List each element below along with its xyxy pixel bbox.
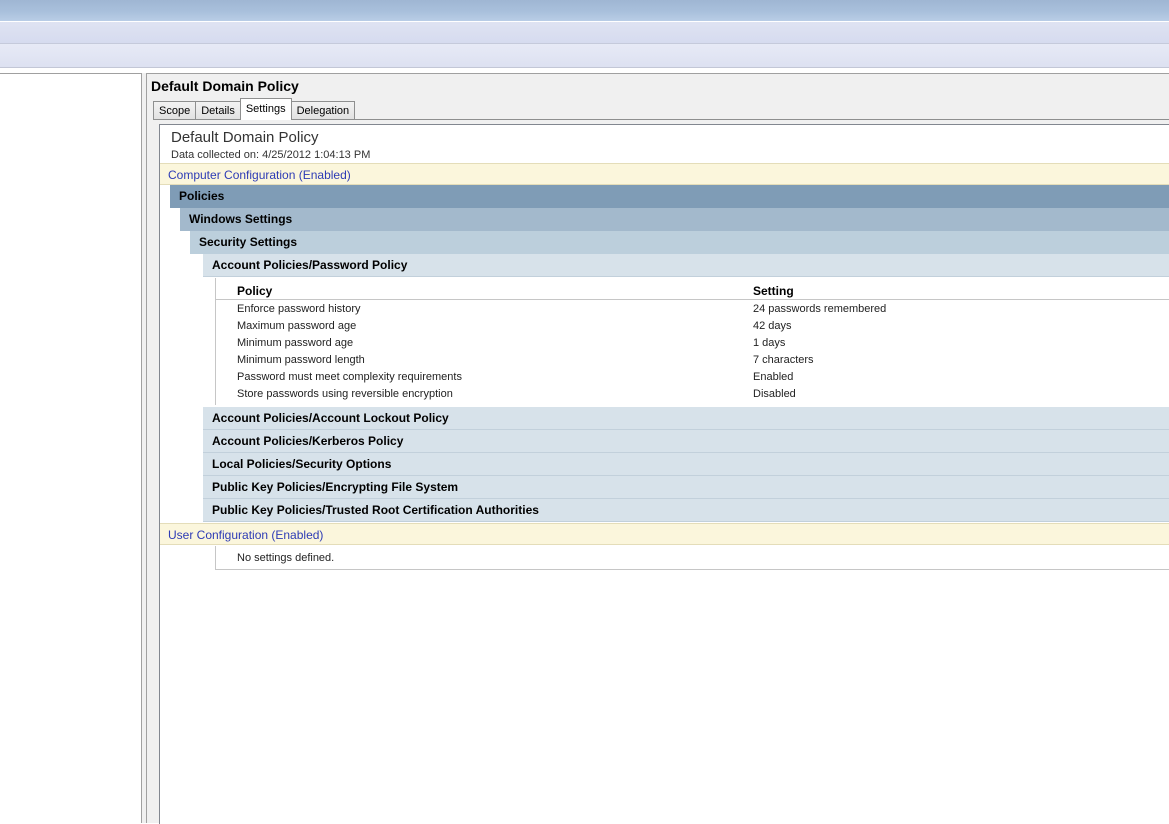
- security-settings-header[interactable]: Security Settings: [190, 231, 1169, 254]
- table-row: Store passwords using reversible encrypt…: [216, 386, 1169, 403]
- menu-bar: [0, 22, 1169, 44]
- security-options-header[interactable]: Local Policies/Security Options: [203, 453, 1169, 476]
- policy-name: Password must meet complexity requiremen…: [237, 371, 462, 383]
- computer-configuration-header[interactable]: Computer Configuration (Enabled): [160, 163, 1169, 185]
- table-row: Minimum password age 1 days: [216, 335, 1169, 352]
- policy-setting: 7 characters: [753, 354, 814, 366]
- policy-name: Minimum password length: [237, 354, 365, 366]
- toolbar: [0, 44, 1169, 68]
- windows-settings-header[interactable]: Windows Settings: [180, 208, 1169, 231]
- tab-details[interactable]: Details: [195, 101, 241, 120]
- tab-scope[interactable]: Scope: [153, 101, 197, 120]
- policy-name: Maximum password age: [237, 320, 357, 332]
- title-bar: [0, 0, 1169, 21]
- console-tree-pane[interactable]: [0, 73, 142, 823]
- table-row: Maximum password age 42 days: [216, 318, 1169, 335]
- table-row: Enforce password history 24 passwords re…: [216, 301, 1169, 318]
- table-header: Policy Setting: [216, 284, 1169, 300]
- table-row: Minimum password length 7 characters: [216, 352, 1169, 369]
- password-policy-table: Policy Setting Enforce password history …: [215, 278, 1169, 405]
- no-settings-text: No settings defined.: [215, 546, 1169, 570]
- details-pane: Default Domain Policy Scope Details Sett…: [146, 73, 1169, 824]
- policy-setting: Disabled: [753, 388, 796, 400]
- policy-name: Enforce password history: [237, 303, 361, 315]
- password-policy-header[interactable]: Account Policies/Password Policy: [203, 254, 1169, 277]
- user-configuration-header[interactable]: User Configuration (Enabled): [160, 523, 1169, 545]
- gpo-title: Default Domain Policy: [151, 78, 299, 94]
- tab-delegation[interactable]: Delegation: [290, 101, 356, 120]
- policy-name: Store passwords using reversible encrypt…: [237, 388, 453, 400]
- account-lockout-policy-header[interactable]: Account Policies/Account Lockout Policy: [203, 407, 1169, 430]
- policy-column-header: Policy: [237, 284, 273, 298]
- policy-name: Minimum password age: [237, 337, 354, 349]
- report-title: Default Domain Policy: [171, 129, 319, 146]
- tab-body-border: [153, 119, 1169, 120]
- table-row: Password must meet complexity requiremen…: [216, 369, 1169, 386]
- policy-setting: 42 days: [753, 320, 792, 332]
- policy-setting: Enabled: [753, 371, 794, 383]
- data-collected-text: Data collected on: 4/25/2012 1:04:13 PM: [171, 149, 371, 161]
- setting-column-header: Setting: [753, 284, 794, 298]
- tab-settings[interactable]: Settings: [239, 98, 292, 120]
- policy-setting: 1 days: [753, 337, 786, 349]
- kerberos-policy-header[interactable]: Account Policies/Kerberos Policy: [203, 430, 1169, 453]
- encrypting-file-system-header[interactable]: Public Key Policies/Encrypting File Syst…: [203, 476, 1169, 499]
- trusted-root-ca-header[interactable]: Public Key Policies/Trusted Root Certifi…: [203, 499, 1169, 522]
- policies-header[interactable]: Policies: [170, 185, 1169, 208]
- settings-report: Default Domain Policy Data collected on:…: [159, 124, 1169, 824]
- policy-setting: 24 passwords remembered: [753, 303, 887, 315]
- tab-strip: Scope Details Settings Delegation: [153, 98, 356, 120]
